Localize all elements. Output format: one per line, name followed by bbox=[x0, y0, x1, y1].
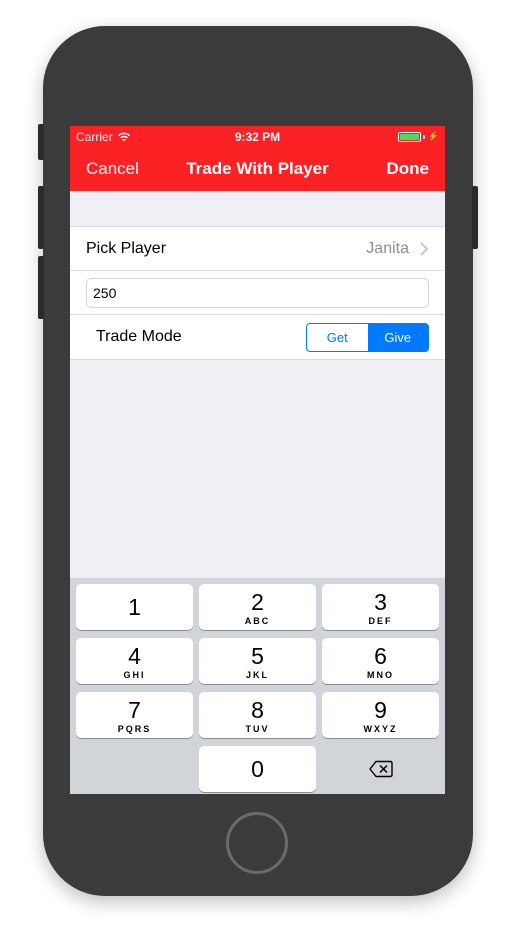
trade-mode-row: Trade Mode Get Give bbox=[70, 315, 445, 359]
key-6[interactable]: 6 MNO bbox=[322, 638, 439, 684]
delete-key[interactable] bbox=[322, 746, 439, 792]
navigation-bar: Cancel Trade With Player Done bbox=[70, 146, 445, 191]
mute-switch bbox=[38, 124, 44, 160]
key-8[interactable]: 8 TUV bbox=[199, 692, 316, 738]
done-button[interactable]: Done bbox=[387, 159, 430, 179]
amount-input[interactable] bbox=[86, 278, 429, 308]
status-time: 9:32 PM bbox=[234, 130, 281, 144]
key-2[interactable]: 2 ABC bbox=[199, 584, 316, 630]
key-5[interactable]: 5 JKL bbox=[199, 638, 316, 684]
key-1[interactable]: 1 bbox=[76, 584, 193, 630]
trade-mode-label: Trade Mode bbox=[96, 328, 182, 345]
home-button[interactable] bbox=[226, 812, 288, 874]
battery-icon: ⚡ bbox=[397, 131, 439, 142]
power-button bbox=[472, 186, 478, 249]
pick-player-value: Janita bbox=[366, 240, 409, 257]
screen: Carrier 9:32 PM ⚡ Cancel Trade With Play… bbox=[70, 126, 445, 794]
key-9[interactable]: 9 WXYZ bbox=[322, 692, 439, 738]
segment-give[interactable]: Give bbox=[367, 324, 428, 351]
key-7[interactable]: 7 PQRS bbox=[76, 692, 193, 738]
top-bar: Carrier 9:32 PM ⚡ Cancel Trade With Play… bbox=[70, 126, 445, 191]
pick-player-row[interactable]: Pick Player Janita bbox=[70, 227, 445, 271]
status-bar: Carrier 9:32 PM ⚡ bbox=[70, 126, 445, 146]
key-4[interactable]: 4 GHI bbox=[76, 638, 193, 684]
volume-up-button bbox=[38, 186, 44, 249]
pick-player-label: Pick Player bbox=[86, 240, 167, 257]
charging-bolt-icon: ⚡ bbox=[427, 131, 439, 141]
trade-form: Pick Player Janita Trade Mode Get Give bbox=[70, 226, 445, 360]
key-0[interactable]: 0 bbox=[199, 746, 316, 792]
amount-row bbox=[70, 271, 445, 315]
trade-mode-segmented-control: Get Give bbox=[306, 323, 429, 352]
backspace-icon bbox=[368, 760, 393, 778]
volume-down-button bbox=[38, 256, 44, 319]
chevron-right-icon bbox=[420, 242, 429, 256]
segment-get[interactable]: Get bbox=[307, 324, 368, 351]
key-3[interactable]: 3 DEF bbox=[322, 584, 439, 630]
number-keypad: 1 2 ABC 3 DEF 4 GHI 5 JKL 6 MNO 7 PQRS 8… bbox=[70, 578, 445, 794]
